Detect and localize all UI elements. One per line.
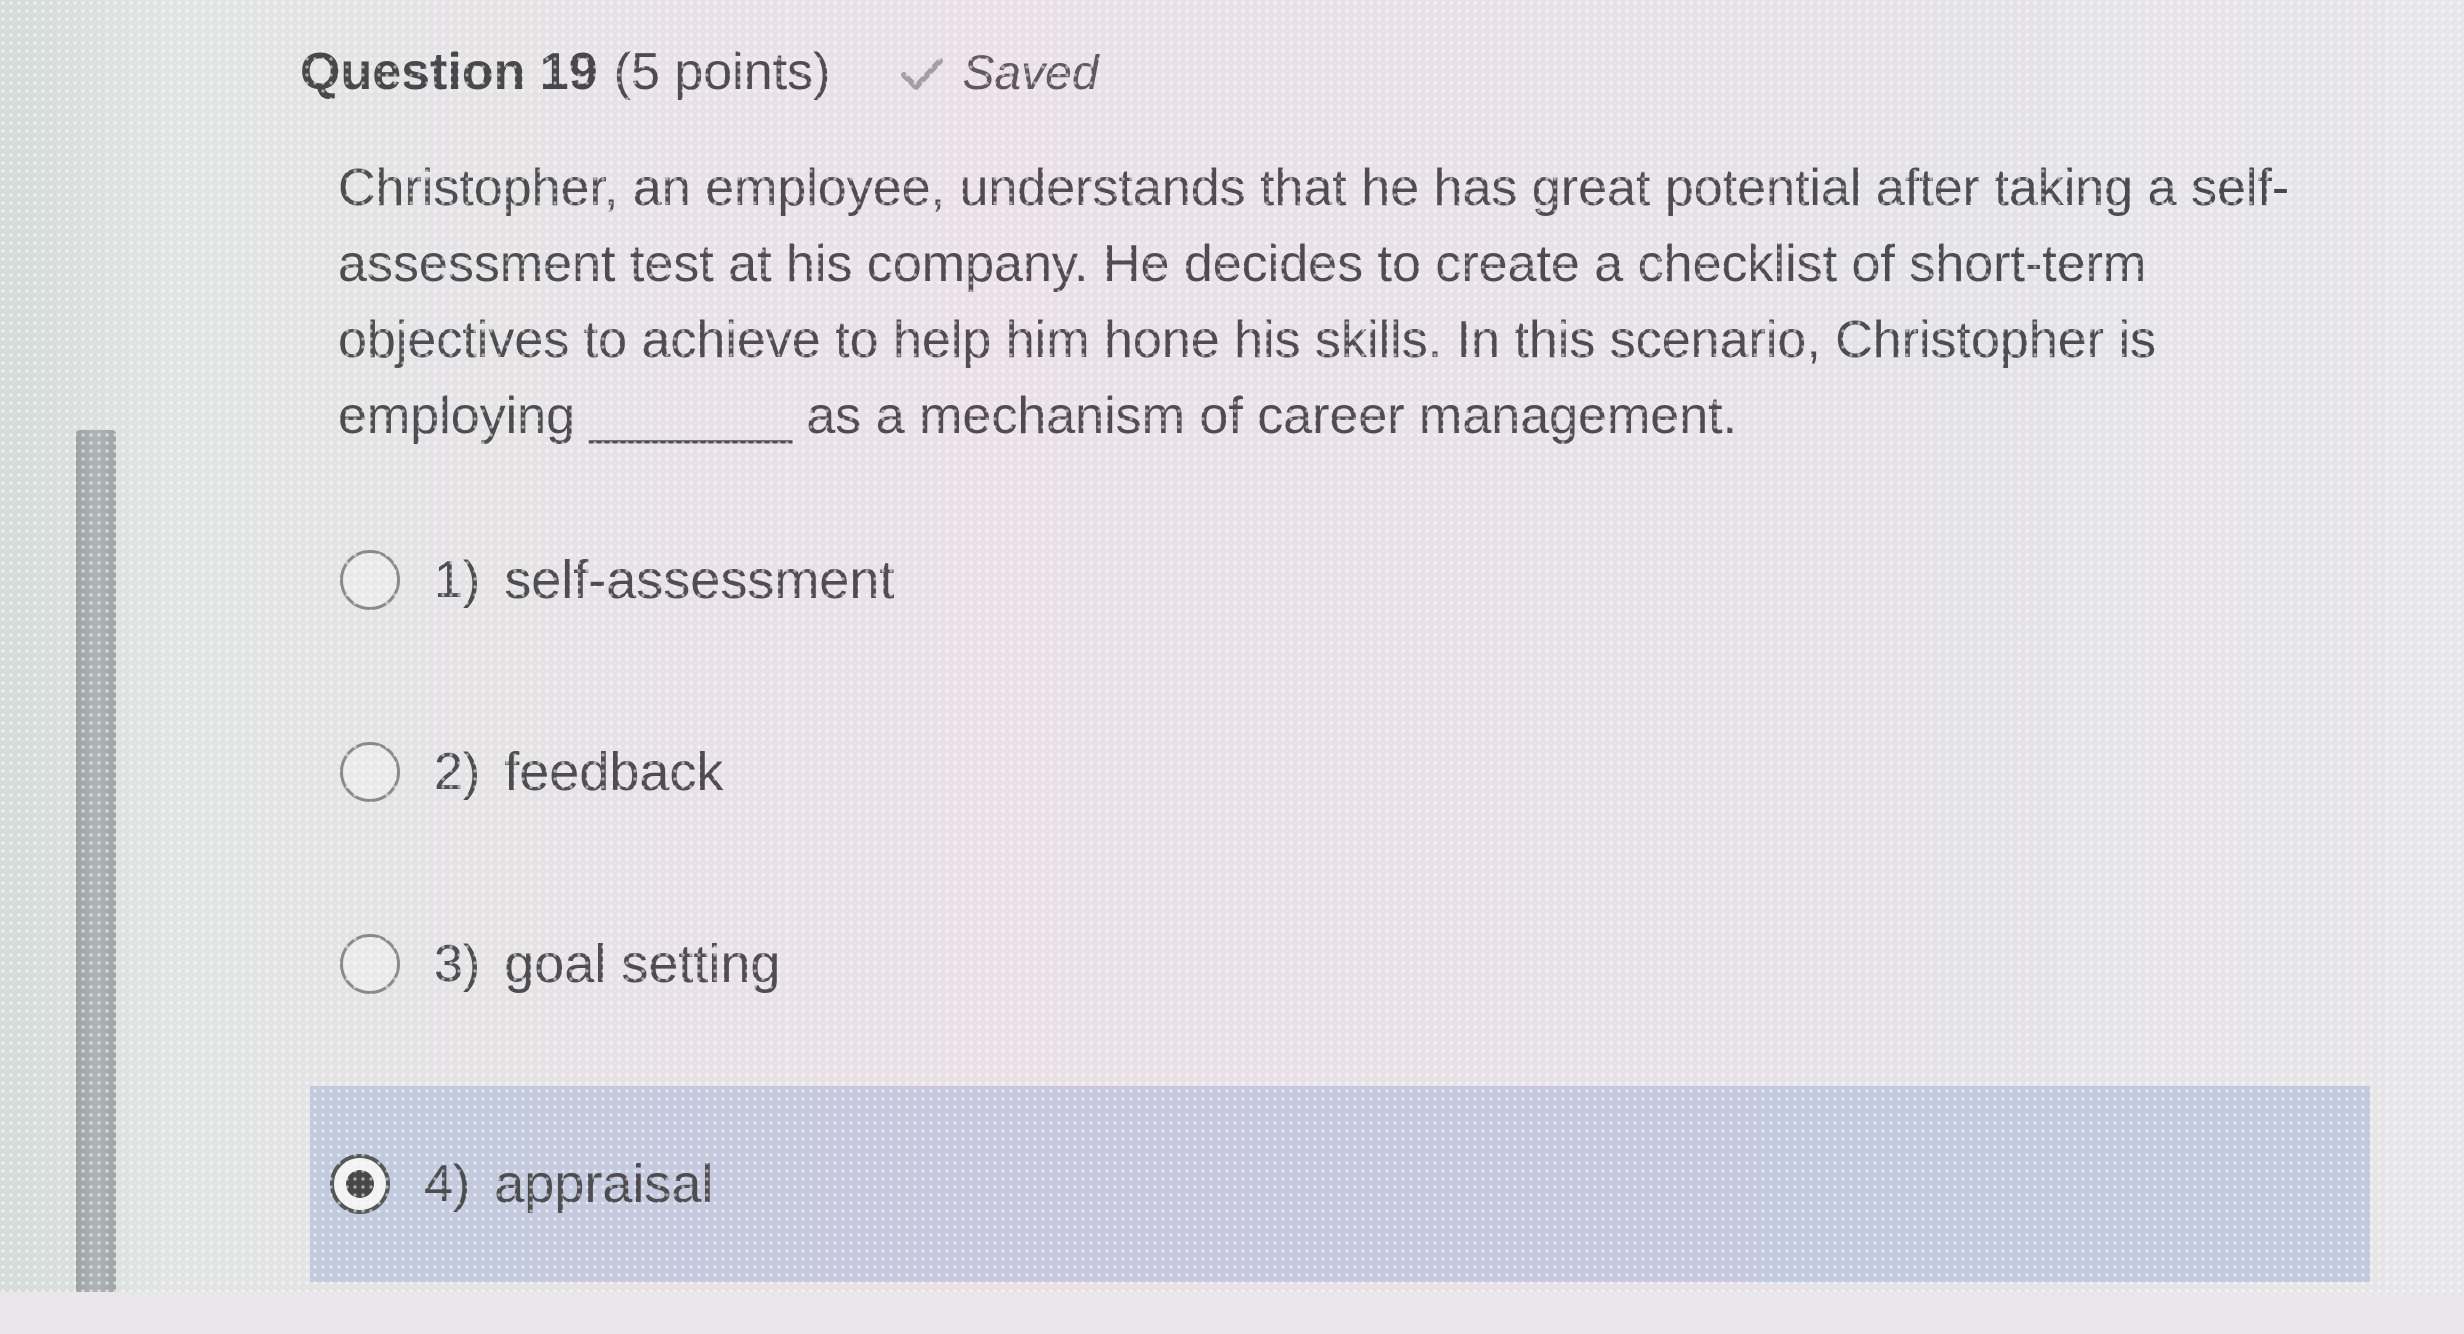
radio-button[interactable] [340,742,400,802]
option-4[interactable]: 4) appraisal [310,1086,2370,1282]
option-label[interactable]: goal setting [504,933,780,995]
option-number: 1) [434,551,481,609]
question-title: Question 19 [300,43,598,101]
question-points: (5 points) [613,43,831,101]
option-3[interactable]: 3) goal setting [300,894,2370,1034]
option-1[interactable]: 1) self-assessment [300,510,2370,650]
scrollbar[interactable] [76,430,116,1292]
radio-selected-dot [346,1170,374,1198]
option-number: 2) [434,743,481,801]
saved-label: Saved [962,47,1099,100]
radio-button[interactable] [340,934,400,994]
check-icon [900,50,944,90]
question-text: Christopher, an employee, understands th… [338,159,2290,445]
option-label[interactable]: feedback [504,741,723,803]
radio-button[interactable] [340,550,400,610]
option-number: 3) [434,935,481,993]
question-header: Question 19 (5 points) Saved [300,42,1099,102]
option-number: 4) [424,1155,471,1213]
radio-button-selected[interactable] [330,1154,390,1214]
answer-options: 1) self-assessment 2) feedback 3) goal s… [300,510,2370,1334]
saved-status: Saved [900,46,1099,101]
option-label[interactable]: appraisal [494,1153,713,1215]
option-label[interactable]: self-assessment [504,549,894,611]
option-2[interactable]: 2) feedback [300,702,2370,842]
